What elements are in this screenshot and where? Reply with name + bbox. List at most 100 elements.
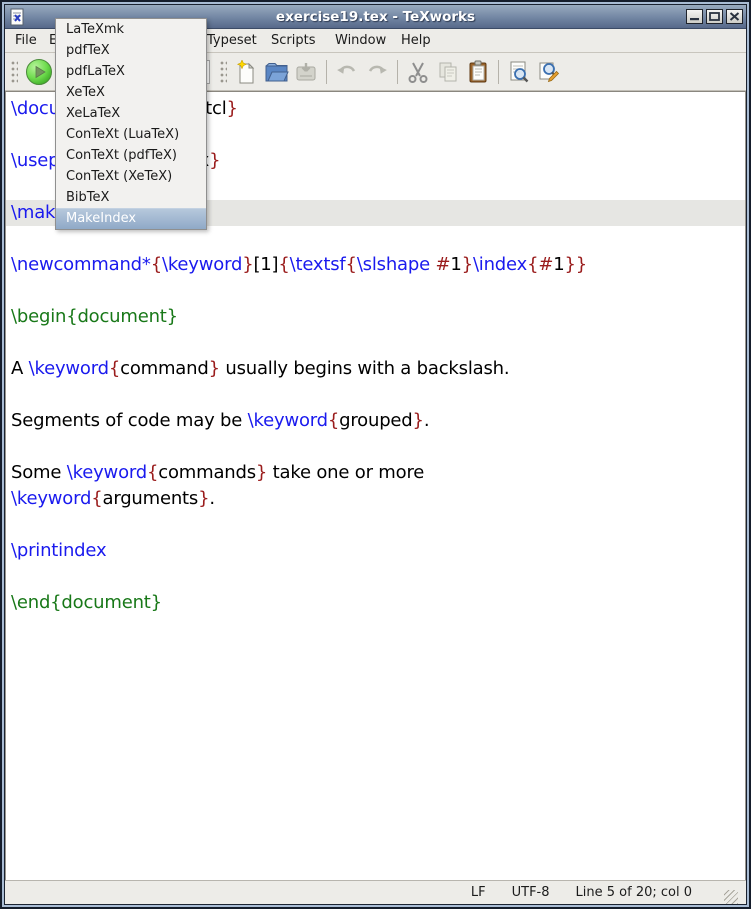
popup-item-xelatex[interactable]: XeLaTeX bbox=[56, 103, 206, 124]
paste-button[interactable] bbox=[463, 57, 493, 87]
popup-item-context-luatex-[interactable]: ConTeXt (LuaTeX) bbox=[56, 124, 206, 145]
copy-icon bbox=[436, 60, 460, 84]
token-txt: [1] bbox=[253, 254, 278, 275]
token-sp: { bbox=[151, 254, 162, 275]
find-button[interactable] bbox=[504, 57, 534, 87]
texworks-window: exercise19.tex - TeXworks FileEditSearch… bbox=[0, 0, 751, 909]
token-sp: } bbox=[462, 254, 473, 275]
save-button[interactable] bbox=[291, 57, 321, 87]
maximize-icon bbox=[709, 12, 720, 21]
token-txt: 1 bbox=[553, 254, 564, 275]
popup-item-xetex[interactable]: XeTeX bbox=[56, 82, 206, 103]
token-cmd: \keyword bbox=[67, 462, 147, 483]
popup-item-context-xetex-[interactable]: ConTeXt (XeTeX) bbox=[56, 166, 206, 187]
new-document-icon bbox=[234, 60, 258, 84]
code-line-10[interactable] bbox=[11, 330, 745, 356]
token-txt: A bbox=[11, 358, 29, 379]
token-sp: # bbox=[436, 254, 451, 275]
token-txt: Segments of code may be bbox=[11, 410, 248, 431]
redo-button[interactable] bbox=[362, 57, 392, 87]
window-controls bbox=[686, 9, 743, 24]
token-sp: } bbox=[256, 462, 267, 483]
popup-item-bibtex[interactable]: BibTeX bbox=[56, 187, 206, 208]
toolbar-grip[interactable] bbox=[11, 61, 18, 83]
popup-item-pdftex[interactable]: pdfTeX bbox=[56, 40, 206, 61]
code-line-14[interactable] bbox=[11, 434, 745, 460]
popup-item-latexmk[interactable]: LaTeXmk bbox=[56, 19, 206, 40]
token-cmd: \keyword bbox=[248, 410, 328, 431]
undo-button[interactable] bbox=[332, 57, 362, 87]
token-txt: . bbox=[424, 410, 430, 431]
token-cmd: \textsf bbox=[290, 254, 346, 275]
token-sp: } bbox=[209, 358, 220, 379]
code-line-8[interactable] bbox=[11, 278, 745, 304]
minimize-icon bbox=[689, 12, 700, 21]
menu-file[interactable]: File bbox=[11, 32, 41, 49]
token-txt: grouped bbox=[339, 410, 412, 431]
token-cmd: \keyword bbox=[11, 488, 91, 509]
menu-help[interactable]: Help bbox=[397, 32, 435, 49]
token-txt: . bbox=[209, 488, 215, 509]
code-line-15[interactable]: Some \keyword{commands} take one or more bbox=[11, 460, 745, 486]
undo-icon bbox=[335, 60, 359, 84]
close-button[interactable] bbox=[726, 9, 743, 24]
menu-typeset[interactable]: Typeset bbox=[203, 32, 261, 49]
token-sp: { bbox=[527, 254, 538, 275]
maximize-button[interactable] bbox=[706, 9, 723, 24]
code-line-9[interactable]: \begin{document} bbox=[11, 304, 745, 330]
code-line-18[interactable]: \printindex bbox=[11, 538, 745, 564]
toolbar-grip-2[interactable] bbox=[220, 61, 227, 83]
token-sp: } bbox=[198, 488, 209, 509]
token-txt: 1 bbox=[450, 254, 461, 275]
cut-scissors-icon bbox=[406, 60, 430, 84]
token-sp: } bbox=[227, 98, 238, 119]
replace-icon bbox=[537, 60, 561, 84]
token-env: \begin{document} bbox=[11, 306, 178, 327]
token-txt: take one or more bbox=[267, 462, 424, 483]
token-txt: usually begins with a backslash. bbox=[220, 358, 510, 379]
menu-window[interactable]: Window bbox=[331, 32, 390, 49]
token-sp: }} bbox=[564, 254, 587, 275]
paste-clipboard-icon bbox=[466, 60, 490, 84]
token-txt: commands bbox=[158, 462, 256, 483]
token-sp: } bbox=[413, 410, 424, 431]
typeset-engine-popup: LaTeXmkpdfTeXpdfLaTeXXeTeXXeLaTeXConTeXt… bbox=[55, 18, 207, 230]
cut-button[interactable] bbox=[403, 57, 433, 87]
save-icon bbox=[294, 60, 318, 84]
token-sp: } bbox=[209, 150, 220, 171]
code-line-7[interactable]: \newcommand*{\keyword}[1]{\textsf{\slsha… bbox=[11, 252, 745, 278]
menu-scripts[interactable]: Scripts bbox=[267, 32, 319, 49]
toolbar-separator bbox=[326, 60, 327, 84]
close-icon bbox=[729, 12, 740, 21]
typeset-run-button[interactable] bbox=[25, 58, 53, 86]
token-sp: { bbox=[328, 410, 339, 431]
find-icon bbox=[507, 60, 531, 84]
copy-button[interactable] bbox=[433, 57, 463, 87]
code-line-16[interactable]: \keyword{arguments}. bbox=[11, 486, 745, 512]
token-sp: { bbox=[278, 254, 289, 275]
code-line-12[interactable] bbox=[11, 382, 745, 408]
replace-button[interactable] bbox=[534, 57, 564, 87]
toolbar-separator bbox=[397, 60, 398, 84]
toolbar-separator bbox=[498, 60, 499, 84]
token-cmd: \keyword bbox=[29, 358, 109, 379]
code-line-13[interactable]: Segments of code may be \keyword{grouped… bbox=[11, 408, 745, 434]
token-txt: command bbox=[120, 358, 208, 379]
popup-item-context-pdftex-[interactable]: ConTeXt (pdfTeX) bbox=[56, 145, 206, 166]
minimize-button[interactable] bbox=[686, 9, 703, 24]
token-sp: { bbox=[91, 488, 102, 509]
popup-item-makeindex[interactable]: MakeIndex bbox=[56, 208, 206, 229]
token-cmd: \printindex bbox=[11, 540, 106, 561]
open-button[interactable] bbox=[261, 57, 291, 87]
code-line-17[interactable] bbox=[11, 512, 745, 538]
new-document-button[interactable] bbox=[231, 57, 261, 87]
line-ending-indicator: LF bbox=[471, 885, 486, 900]
token-env: \end{document} bbox=[11, 592, 162, 613]
token-cmd: \newcommand* bbox=[11, 254, 151, 275]
code-line-11[interactable]: A \keyword{command} usually begins with … bbox=[11, 356, 745, 382]
resize-grip[interactable] bbox=[724, 890, 738, 904]
code-line-20[interactable]: \end{document} bbox=[11, 590, 745, 616]
token-cmd: \slshape bbox=[357, 254, 430, 275]
code-line-19[interactable] bbox=[11, 564, 745, 590]
popup-item-pdflatex[interactable]: pdfLaTeX bbox=[56, 61, 206, 82]
